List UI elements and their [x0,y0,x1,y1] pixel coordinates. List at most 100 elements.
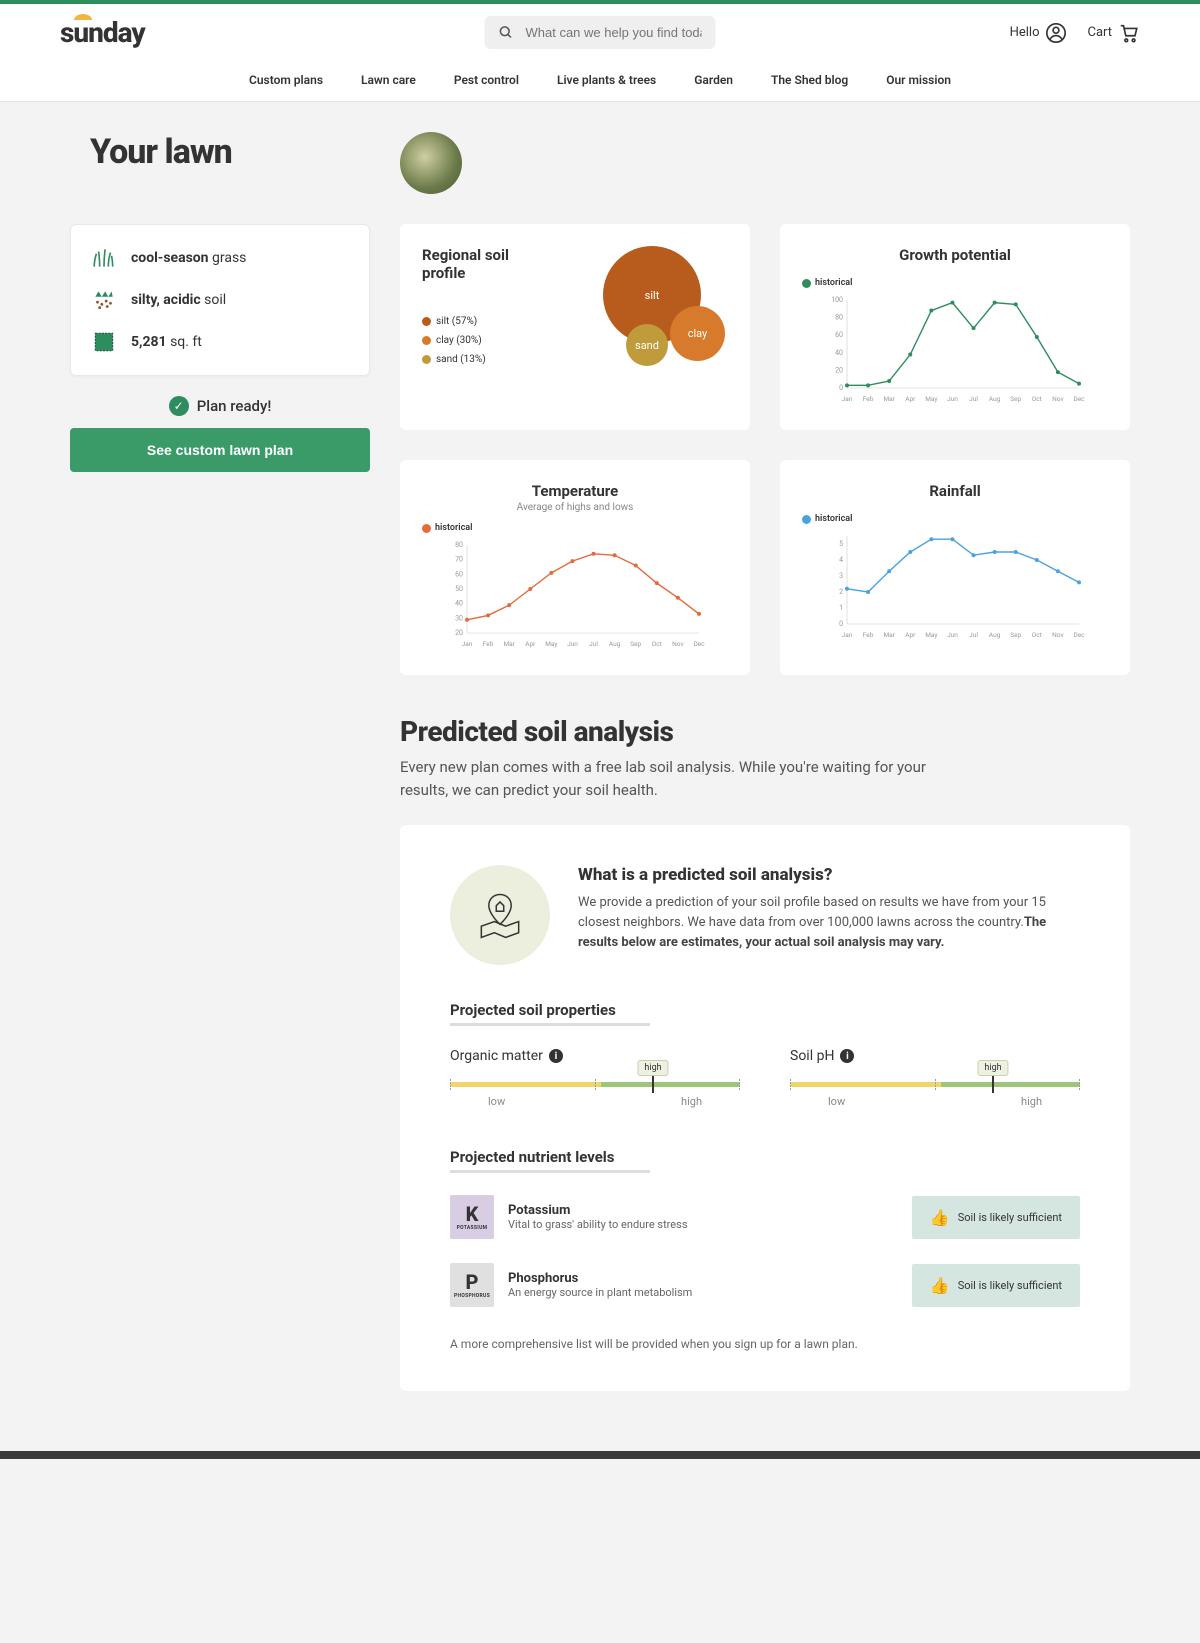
svg-text:20: 20 [455,629,463,637]
temperature-card: Temperature Average of highs and lows hi… [400,460,750,675]
nav-garden[interactable]: Garden [694,73,733,87]
svg-text:Mar: Mar [503,640,515,648]
nav-shed-blog[interactable]: The Shed blog [771,73,848,87]
analysis-heading: Predicted soil analysis [400,715,1130,748]
cart-link[interactable]: Cart [1087,22,1140,44]
svg-text:0: 0 [839,620,843,628]
svg-text:4: 4 [839,556,843,564]
svg-text:Mar: Mar [883,395,895,403]
search-box[interactable] [485,16,716,49]
svg-text:1: 1 [839,604,843,612]
svg-text:Feb: Feb [863,395,874,403]
svg-text:40: 40 [835,349,843,357]
soil-profile-card: Regional soil profile silt (57%) clay (3… [400,224,750,430]
chart-title: Regional soil profile [422,246,512,282]
svg-text:Aug: Aug [989,395,1001,403]
growth-chart: 020406080100JanFebMarAprMayJunJulAugSepO… [802,294,1108,404]
svg-text:Dec: Dec [1073,631,1085,639]
status-badge: 👍Soil is likely sufficient [912,1196,1080,1239]
thumbs-up-icon: 👍 [930,1276,950,1295]
analysis-desc: Every new plan comes with a free lab soi… [400,756,960,801]
info-icon[interactable]: i [549,1049,563,1063]
aerial-photo [400,132,462,194]
svg-text:May: May [925,631,937,639]
chart-title: Rainfall [802,482,1108,500]
svg-text:Jun: Jun [947,631,958,639]
user-icon [1045,22,1067,44]
map-pin-icon [450,865,550,965]
svg-text:Jun: Jun [567,640,578,648]
svg-text:60: 60 [835,331,843,339]
svg-text:40: 40 [455,600,463,608]
svg-text:Mar: Mar [883,631,895,639]
info-icon[interactable]: i [840,1049,854,1063]
status-badge: 👍Soil is likely sufficient [912,1264,1080,1307]
svg-text:Apr: Apr [905,395,916,403]
props-heading: Projected soil properties [450,1001,1080,1019]
svg-text:Jul: Jul [969,395,978,403]
growth-card: Growth potential historical 020406080100… [780,224,1130,430]
svg-text:Jan: Jan [842,395,853,403]
nav-our-mission[interactable]: Our mission [886,73,951,87]
see-plan-button[interactable]: See custom lawn plan [70,428,370,472]
main-nav: Custom plans Lawn care Pest control Live… [0,61,1200,101]
thumbs-up-icon: 👍 [930,1208,950,1227]
search-input[interactable] [526,25,702,40]
svg-text:Oct: Oct [652,640,662,648]
element-tile-k: KPotassium [450,1195,494,1239]
cart-icon [1118,22,1140,44]
prop-organic-matter: Organic matter [450,1048,543,1064]
svg-text:Nov: Nov [1052,395,1064,403]
lawn-summary-card: cool-season grass silty, acidic soil 5,2… [70,224,370,376]
svg-text:Aug: Aug [989,631,1001,639]
prop-soil-ph: Soil pH [790,1048,834,1064]
svg-text:May: May [925,395,937,403]
nav-pest-control[interactable]: Pest control [454,73,519,87]
svg-text:0: 0 [839,384,843,392]
soil-icon [91,287,117,313]
svg-text:60: 60 [455,570,463,578]
rainfall-card: Rainfall historical 012345JanFebMarAprMa… [780,460,1130,675]
svg-text:Jul: Jul [589,640,598,648]
svg-text:Nov: Nov [1052,631,1064,639]
svg-text:Dec: Dec [1073,395,1085,403]
logo[interactable]: sunday [60,16,145,49]
what-is-text: We provide a prediction of your soil pro… [578,893,1080,953]
bubble-sand: sand [626,324,668,366]
nav-live-plants[interactable]: Live plants & trees [557,73,656,87]
chart-subtitle: Average of highs and lows [422,502,728,513]
svg-text:2: 2 [839,588,843,596]
chart-title: Growth potential [802,246,1108,264]
check-icon: ✓ [169,396,189,416]
svg-text:50: 50 [455,585,463,593]
svg-text:Apr: Apr [525,640,536,648]
chart-title: Temperature [422,482,728,500]
nutrients-heading: Projected nutrient levels [450,1148,1080,1166]
hello-link[interactable]: Hello [1010,22,1068,44]
page-title: Your lawn [70,132,370,184]
grass-icon [91,245,117,271]
svg-text:80: 80 [455,541,463,549]
svg-text:Sep: Sep [1010,395,1021,403]
temperature-chart: 20304050607080JanFebMarAprMayJunJulAugSe… [422,539,728,649]
svg-text:Sep: Sep [630,640,641,648]
svg-text:Oct: Oct [1032,395,1042,403]
bubble-clay: clay [670,306,725,361]
nutrient-row-potassium: KPotassium PotassiumVital to grass' abil… [450,1195,1080,1239]
area-icon [91,329,117,355]
nav-custom-plans[interactable]: Custom plans [249,73,323,87]
svg-text:Oct: Oct [1032,631,1042,639]
svg-text:5: 5 [839,540,843,548]
plan-ready-status: ✓ Plan ready! [70,396,370,416]
svg-text:Aug: Aug [609,640,621,648]
svg-text:Apr: Apr [905,631,916,639]
nav-lawn-care[interactable]: Lawn care [361,73,416,87]
search-icon [499,25,514,40]
svg-text:Jun: Jun [947,395,958,403]
svg-text:May: May [545,640,557,648]
what-is-heading: What is a predicted soil analysis? [578,865,1080,885]
soil-ph-gauge: high lowhigh [790,1082,1080,1108]
svg-text:Jul: Jul [969,631,978,639]
svg-text:70: 70 [455,556,463,564]
rainfall-chart: 012345JanFebMarAprMayJunJulAugSepOctNovD… [802,530,1108,640]
